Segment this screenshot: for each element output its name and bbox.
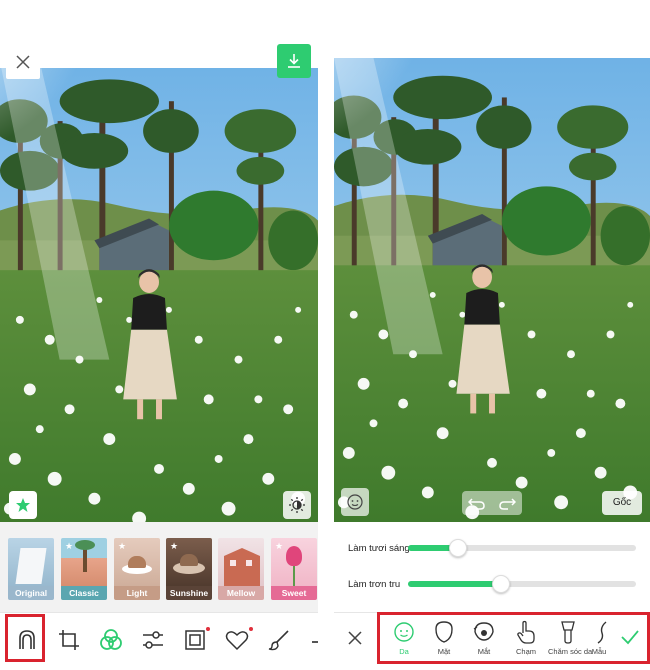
- premium-star-icon: ★: [65, 541, 74, 551]
- close-button[interactable]: [6, 45, 40, 79]
- sticker-tool[interactable]: [222, 625, 253, 655]
- new-badge-dot: [249, 627, 253, 631]
- crop-icon: [59, 630, 79, 650]
- filter-thumbnail: [218, 538, 264, 588]
- filter-thumbnail: [8, 538, 54, 588]
- filter-original[interactable]: Original: [8, 538, 54, 600]
- slider-fill: [408, 581, 501, 587]
- brush-icon: [268, 630, 289, 651]
- filter-tool[interactable]: [96, 625, 126, 655]
- filter-label: Sunshine: [166, 586, 212, 600]
- premium-star-icon: ★: [118, 541, 127, 551]
- screenshot-root: Original ★ Classic ★ Light ★ Sunshine Me…: [0, 0, 650, 670]
- brighten-slider[interactable]: [408, 539, 636, 557]
- beauty-editor-panel: Gốc Làm tươi sáng Làm trơn tru Da Mặt Mắ…: [334, 0, 650, 670]
- smooth-slider[interactable]: [408, 575, 636, 593]
- beauty-sliders: Làm tươi sáng Làm trơn tru: [334, 522, 650, 612]
- brightness-button[interactable]: [283, 491, 311, 519]
- history-controls: [462, 491, 522, 515]
- filter-mellow[interactable]: Mellow: [218, 538, 264, 600]
- favorite-button[interactable]: [9, 491, 37, 519]
- star-icon: [16, 498, 30, 512]
- brush-tool[interactable]: [264, 625, 294, 655]
- adjust-tool[interactable]: [138, 625, 168, 655]
- filter-light[interactable]: ★ Light: [114, 538, 160, 600]
- highlight-makeup-tool: [5, 614, 45, 662]
- brighten-label: Làm tươi sáng: [348, 543, 410, 554]
- filter-classic[interactable]: ★ Classic: [61, 538, 107, 600]
- close-icon: [348, 631, 362, 645]
- filter-label: Classic: [61, 586, 107, 600]
- face-detect-button[interactable]: [341, 488, 369, 516]
- crop-tool[interactable]: [54, 625, 84, 655]
- slider-knob[interactable]: [492, 575, 510, 593]
- download-button[interactable]: [277, 44, 311, 78]
- heart-icon: [225, 631, 249, 651]
- filter-icon: [100, 629, 122, 650]
- filter-strip: Original ★ Classic ★ Light ★ Sunshine Me…: [0, 522, 318, 612]
- slider-knob[interactable]: [449, 539, 467, 557]
- close-icon: [16, 55, 30, 69]
- new-badge-dot: [206, 627, 210, 631]
- filter-sweet[interactable]: ★ Sweet: [271, 538, 317, 600]
- smooth-label: Làm trơn tru: [348, 579, 401, 590]
- filter-sunshine[interactable]: ★ Sunshine: [166, 538, 212, 600]
- filter-label: Original: [8, 586, 54, 600]
- filter-label: Mellow: [218, 586, 264, 600]
- adjust-icon: [143, 631, 163, 649]
- redo-icon[interactable]: [498, 496, 516, 510]
- frame-icon: [185, 630, 205, 650]
- brightness-icon: [289, 497, 305, 513]
- edited-photo: [0, 68, 318, 522]
- edited-photo: [334, 58, 650, 522]
- filter-label: Sweet: [271, 586, 317, 600]
- panel-divider: [318, 0, 334, 670]
- face-icon: [347, 494, 363, 510]
- frame-tool[interactable]: [180, 625, 210, 655]
- premium-star-icon: ★: [275, 541, 284, 551]
- cancel-button[interactable]: [346, 629, 366, 649]
- download-icon: [288, 54, 300, 68]
- highlight-beauty-tools: [377, 612, 650, 664]
- filter-label: Light: [114, 586, 160, 600]
- restore-original-button[interactable]: Gốc: [602, 491, 642, 515]
- filter-editor-panel: Original ★ Classic ★ Light ★ Sunshine Me…: [0, 0, 318, 670]
- undo-icon[interactable]: [468, 496, 486, 510]
- edit-toolbar: [0, 612, 318, 670]
- premium-star-icon: ★: [170, 541, 179, 551]
